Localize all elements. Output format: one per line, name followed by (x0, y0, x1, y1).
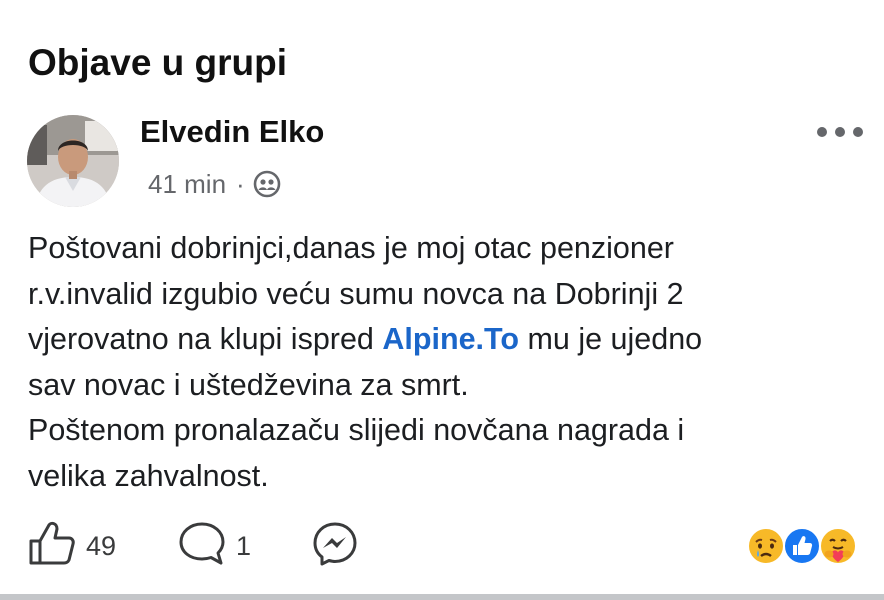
sad-emoji-icon (746, 526, 786, 566)
send-messenger-button[interactable] (312, 521, 358, 572)
post-text-line: vjerovatno na klupi ispred Alpine.To mu … (28, 317, 868, 363)
like-reaction-icon (782, 526, 822, 566)
group-privacy-icon (253, 170, 281, 198)
author-name[interactable]: Elvedin Elko (140, 114, 324, 150)
messenger-icon (312, 521, 358, 572)
group-posts-title: Objave u grupi (28, 42, 288, 83)
post-divider (0, 594, 884, 600)
post-actions-bar: 49 1 (28, 520, 358, 572)
more-horizontal-icon[interactable] (812, 118, 868, 146)
post-text-fragment: vjerovatno na klupi ispred (28, 322, 383, 356)
thumbs-up-icon (28, 521, 76, 572)
author-avatar[interactable] (27, 115, 119, 207)
mention-link[interactable]: Alpine.To (382, 322, 519, 356)
post-text-line: Poštenom pronalazaču slijedi novčana nag… (28, 413, 685, 447)
post-meta: 41 min · (148, 166, 281, 202)
post-time[interactable]: 41 min (148, 169, 226, 200)
post-text-line: Poštovani dobrinjci,danas je moj otac pe… (28, 231, 674, 265)
post-text-line: velika zahvalnost. (28, 458, 269, 493)
comment-button[interactable]: 1 (178, 521, 312, 572)
like-count: 49 (86, 530, 117, 561)
post-text: Poštovani dobrinjci,danas je moj otac pe… (28, 226, 868, 499)
like-button[interactable]: 49 (28, 521, 178, 572)
post-text-line: r.v.invalid izgubio veću sumu novca na D… (28, 276, 684, 311)
care-emoji-icon (818, 526, 858, 566)
post-text-fragment: mu je ujedno (519, 322, 703, 356)
meta-separator: · (236, 168, 245, 199)
post-text-line: sav novac i uštedževina za smrt. (28, 367, 469, 402)
reactions-summary[interactable] (746, 526, 862, 566)
author-photo (27, 115, 119, 207)
comment-bubble-icon (178, 521, 226, 572)
comment-count: 1 (236, 530, 252, 561)
